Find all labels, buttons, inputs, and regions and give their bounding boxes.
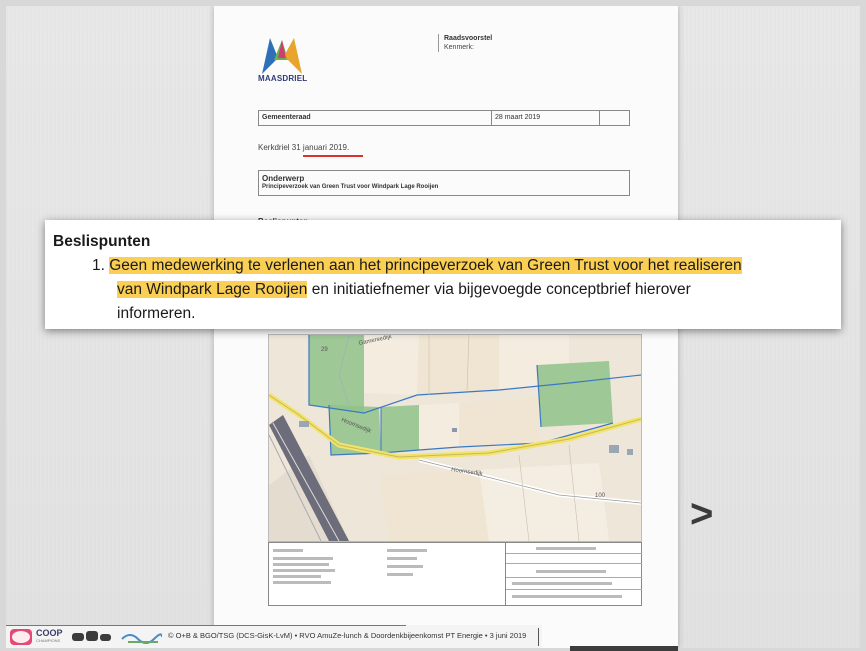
map-label-29: 29	[321, 347, 328, 353]
map-label-100: 100	[595, 493, 606, 499]
subject-box: Onderwerp Principeverzoek van Green Trus…	[258, 170, 630, 196]
red-underline	[303, 155, 363, 157]
kenmerk-label: Kenmerk:	[444, 44, 474, 51]
energy-badge-icon	[10, 629, 32, 645]
subject-text: Principeverzoek van Green Trust voor Win…	[262, 184, 439, 190]
council-date-table: Gemeenteraad 28 maart 2019	[258, 110, 630, 126]
logo-text: MAASDRIEL	[258, 74, 308, 83]
water-logo-icon	[121, 633, 162, 644]
place-date: Kerkdriel 31 januari 2019.	[258, 143, 350, 152]
callout-line-2: van Windpark Lage Rooijen en initiatiefn…	[117, 278, 691, 302]
subject-heading: Onderwerp	[262, 174, 305, 183]
callout-line-3: informeren.	[117, 305, 196, 322]
maasdriel-logo-icon	[262, 38, 302, 74]
coop-logo: COOP CHAMPIONS	[36, 628, 63, 643]
council-label: Gemeenteraad	[262, 114, 311, 121]
coop-subtext: CHAMPIONS	[36, 638, 61, 643]
slide: MAASDRIEL Raadsvoorstel Kenmerk: Gemeent…	[6, 6, 860, 648]
elephants-logo-icon	[72, 631, 111, 641]
document-type: Raadsvoorstel Kenmerk:	[438, 34, 492, 52]
map-legend	[268, 542, 642, 606]
callout-line-1: 1. Geen medewerking te verlenen aan het …	[92, 254, 742, 278]
callout-rest-line-2: en initiatiefnemer via bijgevoegde conce…	[307, 281, 691, 298]
doc-type-label: Raadsvoorstel	[444, 35, 493, 42]
highlight-text-1: Geen medewerking te verlenen aan het pri…	[109, 257, 742, 274]
beslispunten-callout: Beslispunten 1. Geen medewerking te verl…	[45, 220, 841, 329]
site-map: Hoornsedijk Gamersedijk Hoornsedijk 100 …	[268, 334, 642, 542]
footer-bar: COOP CHAMPIONS © O+B & BGO/TSG (DCS-GisK…	[6, 625, 542, 648]
item-number: 1.	[92, 257, 105, 274]
highlight-text-2: van Windpark Lage Rooijen	[117, 281, 308, 298]
title-block	[505, 543, 642, 605]
footer-text: © O+B & BGO/TSG (DCS-GisK-LvM) • RVO Amu…	[168, 631, 527, 640]
bottom-bar	[570, 646, 678, 651]
meeting-date: 28 maart 2019	[495, 114, 541, 121]
callout-heading: Beslispunten	[53, 233, 151, 250]
coop-text: COOP	[36, 628, 63, 638]
next-slide-button[interactable]: >	[690, 494, 713, 534]
